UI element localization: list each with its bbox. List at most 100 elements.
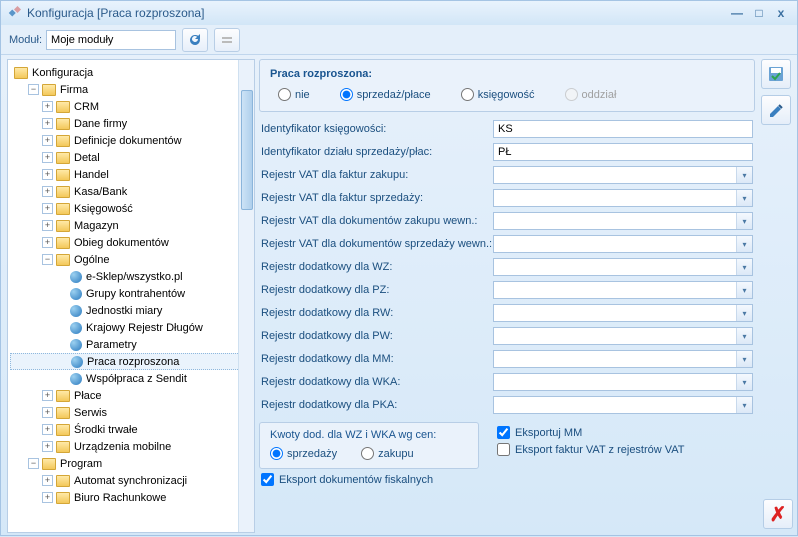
- globe-icon: [70, 288, 82, 300]
- refresh-button[interactable]: [182, 28, 208, 52]
- combo-dod-wka[interactable]: ▾: [493, 373, 753, 391]
- chevron-down-icon: ▾: [736, 305, 752, 321]
- label-dod-rw: Rejestr dodatkowy dla RW:: [261, 307, 493, 319]
- kwoty-groupbox: Kwoty dod. dla WZ i WKA wg cen: sprzedaż…: [259, 422, 479, 469]
- combo-dod-rw[interactable]: ▾: [493, 304, 753, 322]
- chevron-down-icon: ▾: [736, 259, 752, 275]
- globe-icon: [70, 339, 82, 351]
- combo-vat-dsw[interactable]: ▾: [493, 235, 753, 253]
- tree-jednostki[interactable]: Jednostki miary: [10, 302, 252, 319]
- combo-vat-sprzedaz[interactable]: ▾: [493, 189, 753, 207]
- radio-kwoty-zakupu[interactable]: zakupu: [361, 447, 413, 460]
- expand-icon[interactable]: +: [42, 169, 53, 180]
- label-dod-wz: Rejestr dodatkowy dla WZ:: [261, 261, 493, 273]
- expand-icon[interactable]: +: [42, 186, 53, 197]
- chevron-down-icon: ▾: [736, 213, 752, 229]
- maximize-button[interactable]: □: [749, 5, 769, 21]
- collapse-icon[interactable]: −: [28, 84, 39, 95]
- expand-icon[interactable]: +: [42, 203, 53, 214]
- expand-icon[interactable]: +: [42, 152, 53, 163]
- kwoty-title: Kwoty dod. dla WZ i WKA wg cen:: [270, 429, 468, 441]
- tree-program[interactable]: −Program: [10, 455, 252, 472]
- check-eksportuj-mm[interactable]: Eksportuj MM: [497, 426, 685, 439]
- mode-groupbox: Praca rozproszona: nie sprzedaż/płace ks…: [259, 59, 755, 112]
- expand-icon[interactable]: +: [42, 237, 53, 248]
- expand-icon[interactable]: +: [42, 492, 53, 503]
- expand-icon[interactable]: +: [42, 407, 53, 418]
- tree-magazyn[interactable]: +Magazyn: [10, 217, 252, 234]
- radio-ksiegowosc[interactable]: księgowość: [461, 88, 535, 101]
- collapse-icon[interactable]: −: [42, 254, 53, 265]
- input-id-sprzedazy[interactable]: [493, 143, 753, 161]
- tree-handel[interactable]: +Handel: [10, 166, 252, 183]
- tree-srodki[interactable]: +Środki trwałe: [10, 421, 252, 438]
- expand-icon[interactable]: +: [42, 441, 53, 452]
- tree-ksiegowosc[interactable]: +Księgowość: [10, 200, 252, 217]
- combo-dod-pz[interactable]: ▾: [493, 281, 753, 299]
- tree-sendit[interactable]: Współpraca z Sendit: [10, 370, 252, 387]
- combo-vat-dzw[interactable]: ▾: [493, 212, 753, 230]
- combo-dod-mm[interactable]: ▾: [493, 350, 753, 368]
- tree-ogolne[interactable]: −Ogólne: [10, 251, 252, 268]
- tree-firma[interactable]: −Firma: [10, 81, 252, 98]
- tree-def-dok[interactable]: +Definicje dokumentów: [10, 132, 252, 149]
- chevron-down-icon: ▾: [736, 190, 752, 206]
- expand-icon[interactable]: +: [42, 424, 53, 435]
- tree-detal[interactable]: +Detal: [10, 149, 252, 166]
- combo-dod-wz[interactable]: ▾: [493, 258, 753, 276]
- combo-dod-pka[interactable]: ▾: [493, 396, 753, 414]
- tree-automat[interactable]: +Automat synchronizacji: [10, 472, 252, 489]
- expand-icon[interactable]: +: [42, 220, 53, 231]
- scrollbar-thumb[interactable]: [241, 90, 253, 210]
- tree-root[interactable]: Konfiguracja: [10, 64, 252, 81]
- expand-icon[interactable]: +: [42, 118, 53, 129]
- tree-grupy[interactable]: Grupy kontrahentów: [10, 285, 252, 302]
- module-label: Moduł:: [9, 34, 42, 46]
- label-dod-wka: Rejestr dodatkowy dla WKA:: [261, 376, 493, 388]
- save-button[interactable]: [761, 59, 791, 89]
- tree-kasa[interactable]: +Kasa/Bank: [10, 183, 252, 200]
- check-eksport-fiskalnych[interactable]: Eksport dokumentów fiskalnych: [261, 473, 791, 486]
- tree-krd[interactable]: Krajowy Rejestr Długów: [10, 319, 252, 336]
- tree-dane-firmy[interactable]: +Dane firmy: [10, 115, 252, 132]
- expand-icon[interactable]: +: [42, 390, 53, 401]
- chevron-down-icon: ▾: [736, 236, 752, 252]
- collapse-icon[interactable]: −: [28, 458, 39, 469]
- globe-icon: [70, 271, 82, 283]
- expand-icon[interactable]: +: [42, 475, 53, 486]
- minimize-button[interactable]: —: [727, 5, 747, 21]
- combo-dod-pw[interactable]: ▾: [493, 327, 753, 345]
- combo-vat-zakup[interactable]: ▾: [493, 166, 753, 184]
- tree-praca-rozproszona[interactable]: Praca rozproszona: [10, 353, 252, 370]
- tree-esklep[interactable]: e-Sklep/wszystko.pl: [10, 268, 252, 285]
- tree-urz-mobilne[interactable]: +Urządzenia mobilne: [10, 438, 252, 455]
- close-window-button[interactable]: x: [771, 5, 791, 21]
- label-vat-dsw: Rejestr VAT dla dokumentów sprzedaży wew…: [261, 238, 493, 250]
- check-eksport-vat[interactable]: Eksport faktur VAT z rejestrów VAT: [497, 443, 685, 456]
- expand-icon[interactable]: +: [42, 135, 53, 146]
- globe-icon: [70, 373, 82, 385]
- label-dod-pz: Rejestr dodatkowy dla PZ:: [261, 284, 493, 296]
- tree-obieg[interactable]: +Obieg dokumentów: [10, 234, 252, 251]
- tree-crm[interactable]: +CRM: [10, 98, 252, 115]
- cancel-button[interactable]: ✗: [763, 499, 793, 529]
- expand-icon[interactable]: +: [42, 101, 53, 112]
- label-vat-zakup: Rejestr VAT dla faktur zakupu:: [261, 169, 493, 181]
- edit-button[interactable]: [761, 95, 791, 125]
- tree-place[interactable]: +Płace: [10, 387, 252, 404]
- radio-sprzedaz[interactable]: sprzedaż/płace: [340, 88, 431, 101]
- collapse-button[interactable]: [214, 28, 240, 52]
- module-select[interactable]: [46, 30, 176, 50]
- tree-scrollbar[interactable]: [238, 60, 254, 532]
- tree-serwis[interactable]: +Serwis: [10, 404, 252, 421]
- tree-biuro[interactable]: +Biuro Rachunkowe: [10, 489, 252, 506]
- radio-nie[interactable]: nie: [278, 88, 310, 101]
- chevron-down-icon: ▾: [736, 397, 752, 413]
- content-panel: Praca rozproszona: nie sprzedaż/płace ks…: [259, 59, 791, 533]
- radio-kwoty-sprzedazy[interactable]: sprzedaży: [270, 447, 337, 460]
- label-dod-pka: Rejestr dodatkowy dla PKA:: [261, 399, 493, 411]
- input-id-ksiegowosci[interactable]: [493, 120, 753, 138]
- globe-icon: [71, 356, 83, 368]
- label-id-ksiegowosci: Identyfikator księgowości:: [261, 123, 493, 135]
- tree-parametry[interactable]: Parametry: [10, 336, 252, 353]
